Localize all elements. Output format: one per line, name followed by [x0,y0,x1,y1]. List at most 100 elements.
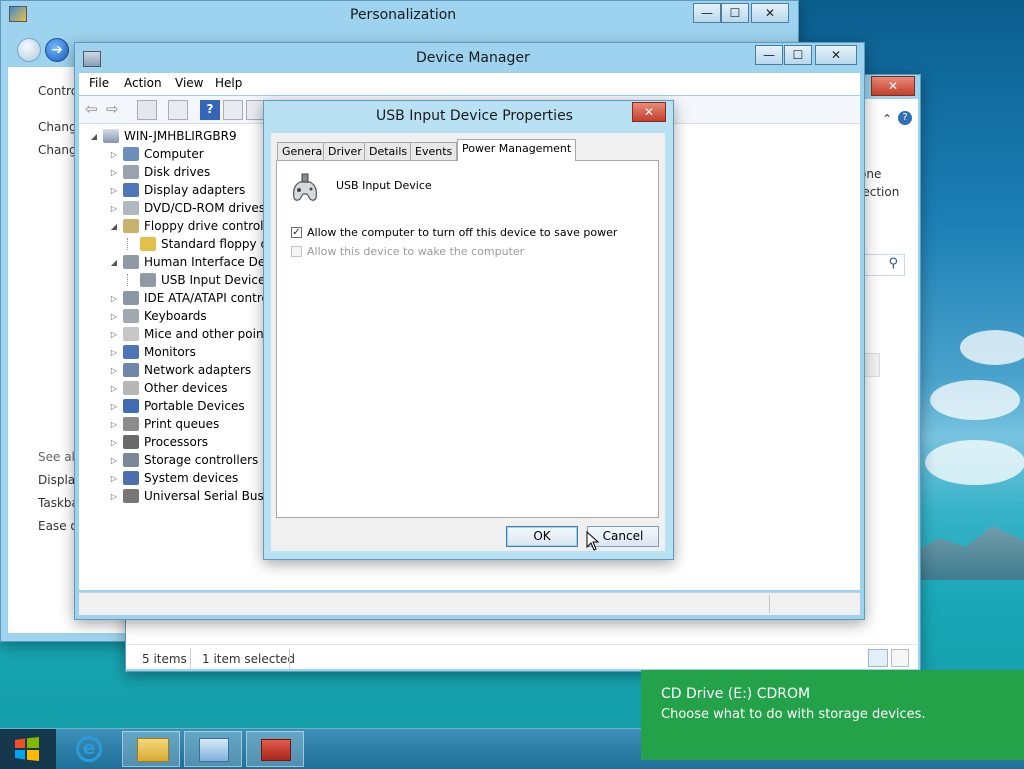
properties-icon[interactable] [137,100,157,120]
change-link-1[interactable]: Chang [38,120,77,134]
menu-help[interactable]: Help [215,76,242,90]
control-panel-link[interactable]: Contro [38,84,78,98]
menu-file[interactable]: File [89,76,109,90]
tree-node[interactable]: ▷ Processors [109,433,208,451]
update-icon[interactable] [223,100,243,120]
device-category-icon [123,291,139,305]
back-arrow-icon[interactable]: ⇦ [84,100,104,120]
expand-icon[interactable]: ▷ [109,348,119,357]
turn-off-label[interactable]: Allow the computer to turn off this devi… [307,226,617,239]
tree-node[interactable]: ▷ IDE ATA/ATAPI contro [109,289,269,307]
tree-node[interactable]: ◢ Floppy drive controller [109,217,279,235]
search-icon: ⚲ [888,256,898,271]
file-explorer-icon[interactable] [122,731,180,767]
tree-node[interactable]: Standard floppy dis [127,235,278,253]
turn-off-checkbox[interactable]: ✓ [291,227,302,238]
expand-icon[interactable]: ▷ [109,366,119,375]
tree-node-label: System devices [144,471,239,485]
tree-node-label: IDE ATA/ATAPI contro [144,291,269,305]
tree-node-label: USB Input Device [161,273,266,287]
help-icon[interactable]: ? [200,100,220,120]
help-icon[interactable]: ? [898,111,912,125]
window-title: Device Manager [416,50,530,66]
control-panel-icon[interactable] [184,731,242,767]
collapse-icon[interactable]: ◢ [89,132,99,141]
close-button[interactable]: ✕ [871,76,915,96]
tree-node[interactable]: ▷ Storage controllers [109,451,258,469]
start-button[interactable] [0,729,56,769]
tree-node[interactable]: ▷ Mice and other pointin [109,325,279,343]
expand-icon[interactable]: ▷ [109,402,119,411]
ok-button[interactable]: OK [506,526,578,547]
expand-icon[interactable]: ▷ [109,384,119,393]
device-category-icon [123,399,139,413]
expand-icon[interactable]: ▷ [109,420,119,429]
tree-node-label: Processors [144,435,209,449]
tab-power-management[interactable]: Power Management [457,139,577,161]
tab-events[interactable]: Events [410,142,458,160]
taskbar-link[interactable]: Taskba [38,496,79,510]
expand-icon[interactable]: ▷ [109,168,119,177]
minimize-button[interactable]: — [693,3,721,23]
tree-node-label: Storage controllers [144,453,259,467]
close-button[interactable]: ✕ [632,102,666,122]
expand-icon[interactable]: ▷ [109,312,119,321]
search-box[interactable]: ⚲ [861,254,905,276]
maximize-button[interactable]: ☐ [784,45,812,65]
large-icons-view-icon[interactable] [891,649,909,667]
tree-node-label: Portable Devices [144,399,245,413]
details-view-icon[interactable] [868,649,888,667]
internet-explorer-icon[interactable]: e [66,731,112,767]
back-nav-icon[interactable] [17,38,41,62]
menu-view[interactable]: View [175,76,203,90]
change-link-2[interactable]: Chang [38,143,77,157]
menu-action[interactable]: Action [124,76,162,90]
device-category-icon [140,237,156,251]
forward-nav-icon[interactable]: ➔ [45,38,69,62]
tree-node[interactable]: ▷ Network adapters [109,361,251,379]
wake-checkbox [291,246,302,257]
tree-node[interactable]: ▷ Other devices [109,379,228,397]
mouse-cursor-icon [586,530,600,551]
tree-node[interactable]: ▷ Disk drives [109,163,210,181]
menu-bar: File Action View Help [79,73,860,95]
tree-node[interactable]: ▷ Monitors [109,343,196,361]
tree-node[interactable]: ▷ Keyboards [109,307,207,325]
expand-icon[interactable]: ▷ [109,204,119,213]
window-title: Personalization [350,7,457,23]
view-icon[interactable] [168,100,188,120]
close-button[interactable]: ✕ [751,3,789,23]
close-button[interactable]: ✕ [815,45,857,65]
tree-node-label: Human Interface Devic [144,255,283,269]
tree-node[interactable]: ▷ Print queues [109,415,219,433]
tree-node[interactable]: ▷ Portable Devices [109,397,245,415]
expand-icon[interactable]: ▷ [109,438,119,447]
autoplay-notification[interactable]: CD Drive (E:) CDROM Choose what to do wi… [641,670,1024,760]
expand-icon[interactable]: ▷ [109,150,119,159]
tree-node[interactable]: ▷ DVD/CD-ROM drives [109,199,265,217]
expand-icon[interactable]: ▷ [109,294,119,303]
device-manager-taskbar-icon[interactable] [246,731,304,767]
tree-node[interactable]: ▷ Universal Serial Bus co [109,487,282,505]
device-category-icon [123,327,139,341]
tree-node[interactable]: ▷ System devices [109,469,238,487]
expand-icon[interactable]: ▷ [109,492,119,501]
collapse-icon[interactable]: ◢ [109,222,119,231]
tab-driver[interactable]: Driver [323,142,367,160]
minimize-button[interactable]: — [755,45,783,65]
expand-icon[interactable]: ▷ [109,186,119,195]
forward-arrow-icon[interactable]: ⇨ [105,100,125,120]
tab-details[interactable]: Details [364,142,413,160]
tree-node[interactable]: USB Input Device [127,271,265,289]
expand-icon[interactable]: ▷ [109,456,119,465]
expand-icon[interactable]: ▷ [109,474,119,483]
expand-icon[interactable]: ▷ [109,330,119,339]
collapse-icon[interactable]: ◢ [109,258,119,267]
maximize-button[interactable]: ☐ [721,3,749,23]
tree-node[interactable]: ▷ Display adapters [109,181,245,199]
tree-node[interactable]: ▷ Computer [109,145,204,163]
up-icon[interactable]: ⌃ [882,112,892,126]
tree-node-label: Monitors [144,345,196,359]
tree-root[interactable]: ◢ WIN-JMHBLIRGBR9 [89,127,237,145]
tree-node[interactable]: ◢ Human Interface Devic [109,253,282,271]
